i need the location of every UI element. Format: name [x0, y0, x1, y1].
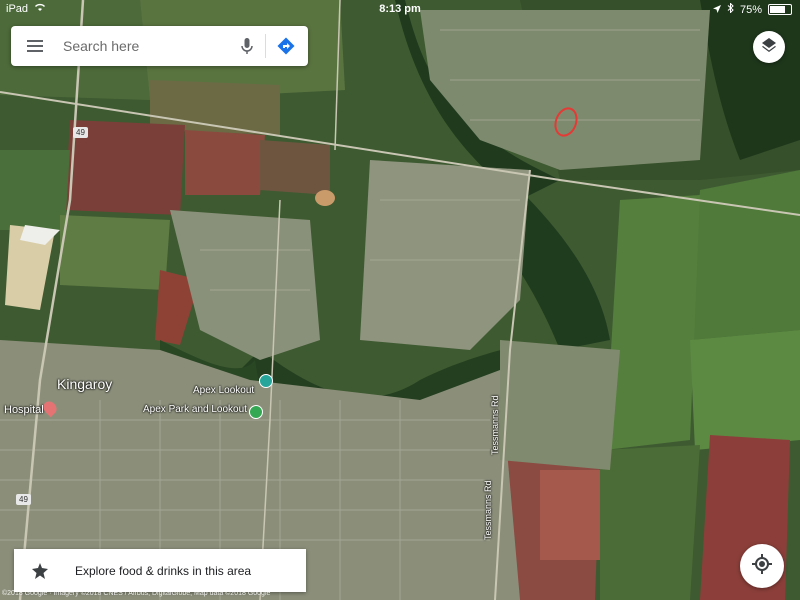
park-label[interactable]: Apex Park and Lookout [143, 404, 247, 415]
battery-fill [770, 6, 785, 13]
directions-icon[interactable] [272, 32, 300, 60]
search-bar[interactable]: Search here [11, 26, 308, 66]
status-bar: iPad 8:13 pm 75% [0, 0, 800, 18]
search-input[interactable]: Search here [63, 38, 235, 54]
explore-food-icon [32, 562, 52, 579]
highway-shield-north: 49 [73, 127, 88, 138]
battery-icon [768, 4, 792, 15]
satellite-map[interactable] [0, 0, 800, 600]
clock: 8:13 pm [379, 3, 421, 15]
battery-percent: 75% [739, 3, 762, 16]
my-location-icon [752, 553, 772, 579]
bluetooth-icon [727, 2, 734, 16]
layers-button[interactable] [753, 31, 785, 63]
location-arrow-icon [712, 4, 721, 16]
explore-label: Explore food & drinks in this area [75, 563, 252, 578]
explore-card[interactable]: Explore food & drinks in this area [14, 549, 306, 592]
copyright-text: ©2018 Google · Imagery ©2018 CNES / Airb… [2, 590, 271, 597]
lookout-marker-icon[interactable] [259, 374, 273, 388]
my-location-button[interactable] [740, 544, 784, 588]
highway-shield-south: 49 [16, 494, 31, 505]
search-divider [265, 34, 266, 58]
town-label[interactable]: Kingaroy [57, 376, 112, 392]
mic-icon[interactable] [235, 34, 259, 58]
lookout-label[interactable]: Apex Lookout [193, 385, 254, 396]
park-marker-icon[interactable] [249, 405, 263, 419]
road-label-tessmanns-north: Tessmanns Rd [490, 395, 500, 455]
layers-icon [761, 37, 777, 58]
road-label-tessmanns-south: Tessmanns Rd [483, 480, 493, 540]
menu-icon[interactable] [27, 40, 43, 52]
hospital-label[interactable]: Hospital [4, 404, 44, 416]
